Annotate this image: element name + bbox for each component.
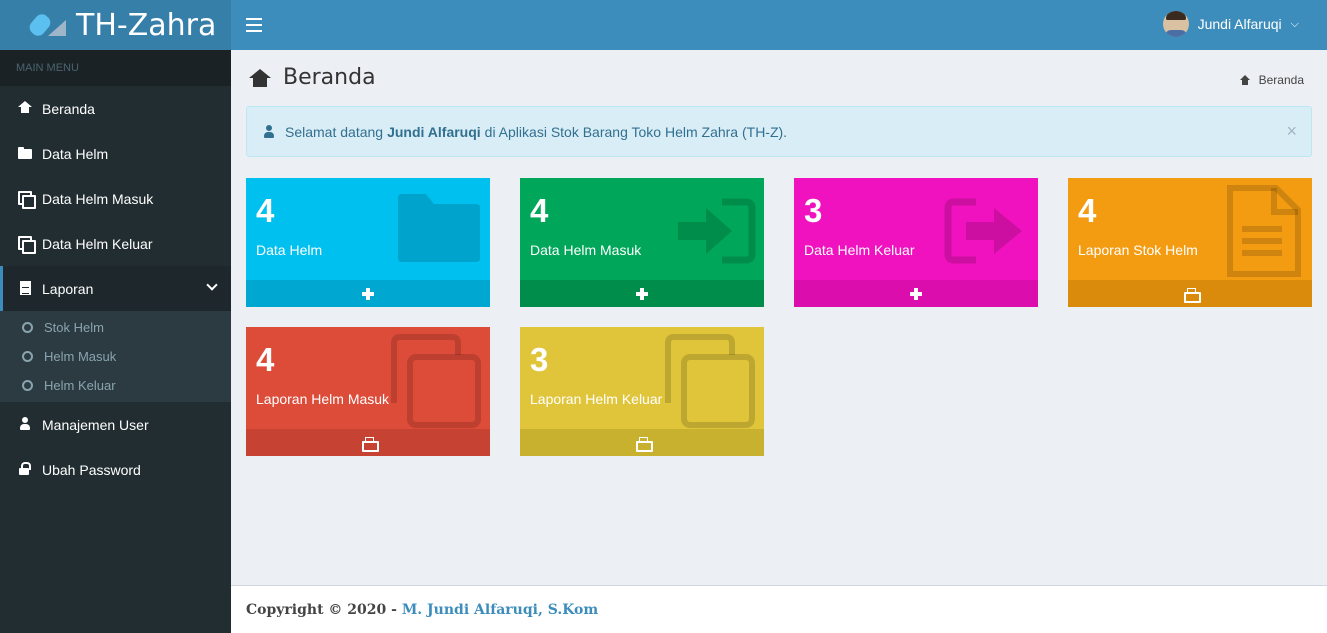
copy-icon — [18, 235, 36, 254]
box-footer-link[interactable] — [520, 280, 764, 307]
box-count: 4 — [256, 341, 275, 378]
stat-box-laporan-stok-helm[interactable]: 4 Laporan Stok Helm — [1068, 178, 1312, 307]
home-icon — [1239, 75, 1251, 85]
sidebar-item-label: Ubah Password — [42, 461, 141, 478]
sidebar-subitem-label: Stok Helm — [44, 320, 104, 335]
file-text-icon — [1227, 185, 1301, 277]
circle-icon — [22, 322, 33, 333]
home-icon — [249, 68, 271, 87]
copy-icon — [665, 334, 755, 428]
sidebar-subitem-helm-masuk[interactable]: Helm Masuk — [0, 342, 231, 371]
print-icon — [635, 437, 653, 452]
page-title: Beranda — [249, 65, 376, 90]
box-label: Laporan Helm Masuk — [256, 391, 390, 407]
app-logo[interactable]: TH-Zahra — [0, 0, 231, 50]
welcome-alert: Selamat datang Jundi Alfaruqi di Aplikas… — [246, 106, 1312, 157]
box-label: Laporan Stok Helm — [1078, 242, 1198, 258]
home-icon — [18, 100, 34, 117]
box-label: Data Helm — [256, 242, 323, 258]
user-icon — [263, 125, 275, 138]
box-footer-link[interactable] — [1068, 280, 1312, 307]
sidebar-subitem-helm-keluar[interactable]: Helm Keluar — [0, 371, 231, 400]
box-footer-link[interactable] — [794, 280, 1038, 307]
copy-icon — [391, 334, 481, 428]
sidebar: MAIN MENU Beranda Data Helm Data Helm Ma… — [0, 50, 231, 633]
box-count: 4 — [256, 192, 275, 229]
sign-in-icon — [678, 198, 756, 264]
page-title-text: Beranda — [283, 65, 376, 90]
sidebar-subitem-label: Helm Keluar — [44, 378, 116, 393]
plus-icon — [910, 287, 922, 300]
page-footer: Copyright © 2020 - M. Jundi Alfaruqi, S.… — [231, 585, 1327, 633]
sidebar-item-laporan[interactable]: Laporan — [0, 266, 231, 311]
box-count: 4 — [1078, 192, 1097, 229]
print-icon — [1183, 288, 1201, 303]
box-footer-link[interactable] — [520, 429, 764, 456]
alert-user: Jundi Alfaruqi — [387, 123, 481, 140]
sidebar-item-data-helm[interactable]: Data Helm — [0, 131, 231, 176]
alert-prefix: Selamat datang — [285, 123, 384, 140]
user-name: Jundi Alfaruqi — [1197, 16, 1282, 32]
chevron-down-icon — [206, 279, 218, 291]
author-link[interactable]: M. Jundi Alfaruqi, S.Kom — [402, 602, 598, 618]
box-count: 4 — [530, 192, 549, 229]
user-menu[interactable]: Jundi Alfaruqi ⌵ — [1162, 11, 1299, 37]
helmet-logo-icon — [26, 10, 70, 40]
breadcrumb[interactable]: Beranda — [1239, 73, 1304, 87]
box-count: 3 — [804, 192, 823, 229]
folder-icon — [18, 146, 34, 162]
print-icon — [361, 437, 379, 452]
main-content: Beranda Beranda Selamat datang Jundi Alf… — [231, 50, 1327, 585]
top-navbar: Jundi Alfaruqi ⌵ — [231, 0, 1327, 50]
sidebar-item-label: Beranda — [42, 100, 95, 117]
box-label: Laporan Helm Keluar — [530, 391, 663, 407]
sign-out-icon — [944, 198, 1022, 264]
copy-icon — [18, 190, 36, 209]
stat-box-data-helm-keluar[interactable]: 3 Data Helm Keluar — [794, 178, 1038, 307]
sidebar-item-label: Data Helm Masuk — [42, 190, 154, 207]
plus-icon — [362, 287, 374, 300]
close-icon[interactable]: × — [1286, 121, 1297, 142]
box-label: Data Helm Keluar — [804, 242, 915, 258]
file-icon — [18, 280, 34, 297]
sidebar-item-manajemen-user[interactable]: Manajemen User — [0, 402, 231, 447]
plus-icon — [636, 287, 648, 300]
sidebar-toggle-icon[interactable] — [246, 14, 262, 36]
sidebar-item-label: Laporan — [42, 280, 94, 297]
folder-icon — [398, 194, 480, 262]
stat-box-data-helm-masuk[interactable]: 4 Data Helm Masuk — [520, 178, 764, 307]
chevron-down-icon: ⌵ — [1290, 17, 1299, 30]
stat-box-laporan-helm-masuk[interactable]: 4 Laporan Helm Masuk — [246, 327, 490, 456]
sidebar-item-label: Data Helm — [42, 145, 109, 162]
sidebar-item-beranda[interactable]: Beranda — [0, 86, 231, 131]
sidebar-item-label: Manajemen User — [42, 416, 149, 433]
laporan-submenu: Stok Helm Helm Masuk Helm Keluar — [0, 311, 231, 402]
sidebar-subitem-stok-helm[interactable]: Stok Helm — [0, 313, 231, 342]
sidebar-item-data-helm-keluar[interactable]: Data Helm Keluar — [0, 221, 231, 266]
circle-icon — [22, 380, 33, 391]
user-icon — [18, 416, 34, 433]
box-label: Data Helm Masuk — [530, 242, 642, 258]
box-footer-link[interactable] — [246, 280, 490, 307]
sidebar-item-label: Data Helm Keluar — [42, 235, 153, 252]
box-footer-link[interactable] — [246, 429, 490, 456]
box-count: 3 — [530, 341, 549, 378]
alert-suffix: di Aplikasi Stok Barang Toko Helm Zahra … — [484, 123, 788, 140]
sidebar-item-ubah-password[interactable]: Ubah Password — [0, 447, 231, 492]
menu-header: MAIN MENU — [0, 50, 231, 86]
avatar — [1162, 11, 1189, 37]
circle-icon — [22, 351, 33, 362]
stat-box-data-helm[interactable]: 4 Data Helm — [246, 178, 490, 307]
sidebar-item-data-helm-masuk[interactable]: Data Helm Masuk — [0, 176, 231, 221]
sidebar-subitem-label: Helm Masuk — [44, 349, 117, 364]
breadcrumb-item: Beranda — [1258, 73, 1304, 87]
app-title: TH-Zahra — [76, 7, 217, 43]
copyright-text: Copyright © 2020 - — [246, 602, 397, 618]
stat-box-laporan-helm-keluar[interactable]: 3 Laporan Helm Keluar — [520, 327, 764, 456]
lock-icon — [18, 461, 34, 478]
